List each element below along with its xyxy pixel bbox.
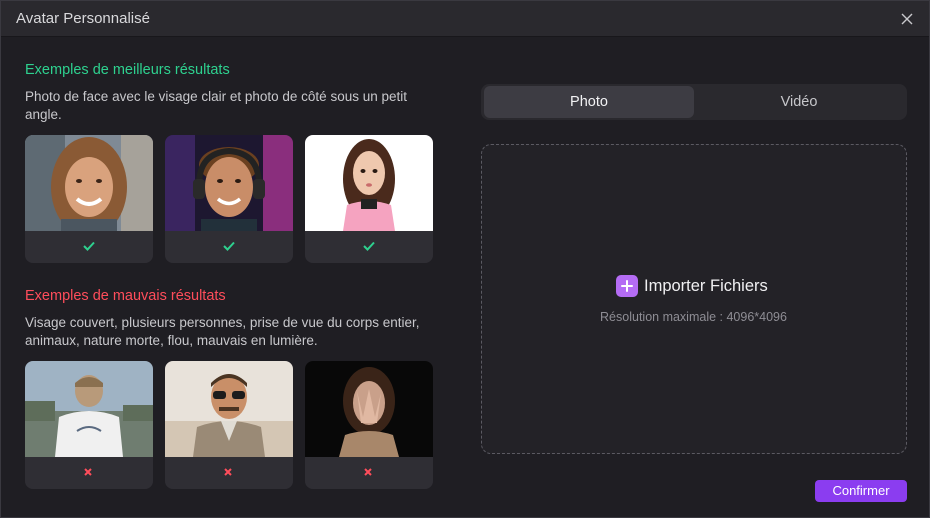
plus-icon [616,275,638,297]
bad-example-card [305,361,433,489]
check-icon [83,241,95,251]
status-bar [25,457,153,489]
smiling-woman-portrait [25,135,153,231]
woman-hand-covering-face [305,361,433,457]
young-man-headset [165,135,293,231]
confirm-button[interactable]: Confirmer [815,480,907,502]
status-bar [165,457,293,489]
import-files-label: Importer Fichiers [644,276,768,295]
good-example-card [165,135,293,263]
status-bar [305,231,433,263]
bad-example-card [165,361,293,489]
bad-examples-title: Exemples de mauvais résultats [25,288,226,304]
man-sunglasses [165,361,293,457]
tab-video[interactable]: Vidéo [694,86,904,118]
media-type-tabs: Photo Vidéo [481,84,907,120]
good-example-card [25,135,153,263]
close-button[interactable] [895,7,919,31]
man-from-behind [25,361,153,457]
dialog-title: Avatar Personnalisé [16,10,150,27]
status-bar [25,231,153,263]
status-bar [165,231,293,263]
good-examples-title: Exemples de meilleurs résultats [25,62,230,78]
check-icon [363,241,375,251]
good-examples-description: Photo de face avec le visage clair et ph… [25,89,407,122]
max-resolution-hint: Résolution maximale : 4096*4096 [600,310,787,324]
bad-examples-description: Visage couvert, plusieurs personnes, pri… [25,315,420,348]
title-bar: Avatar Personnalisé [1,1,929,37]
upload-dropzone[interactable]: Importer Fichiers Résolution maximale : … [481,144,907,454]
tab-photo[interactable]: Photo [484,86,694,118]
close-icon [901,13,913,25]
bad-example-card [25,361,153,489]
custom-avatar-dialog: Avatar Personnalisé Exemples de meilleur… [0,0,930,518]
check-icon [223,241,235,251]
girl-pink-hoodie [305,135,433,231]
status-bar [305,457,433,489]
good-example-card [305,135,433,263]
x-icon [224,468,232,476]
x-icon [84,468,92,476]
import-files-button[interactable]: Importer Fichiers [616,274,768,298]
x-icon [364,468,372,476]
